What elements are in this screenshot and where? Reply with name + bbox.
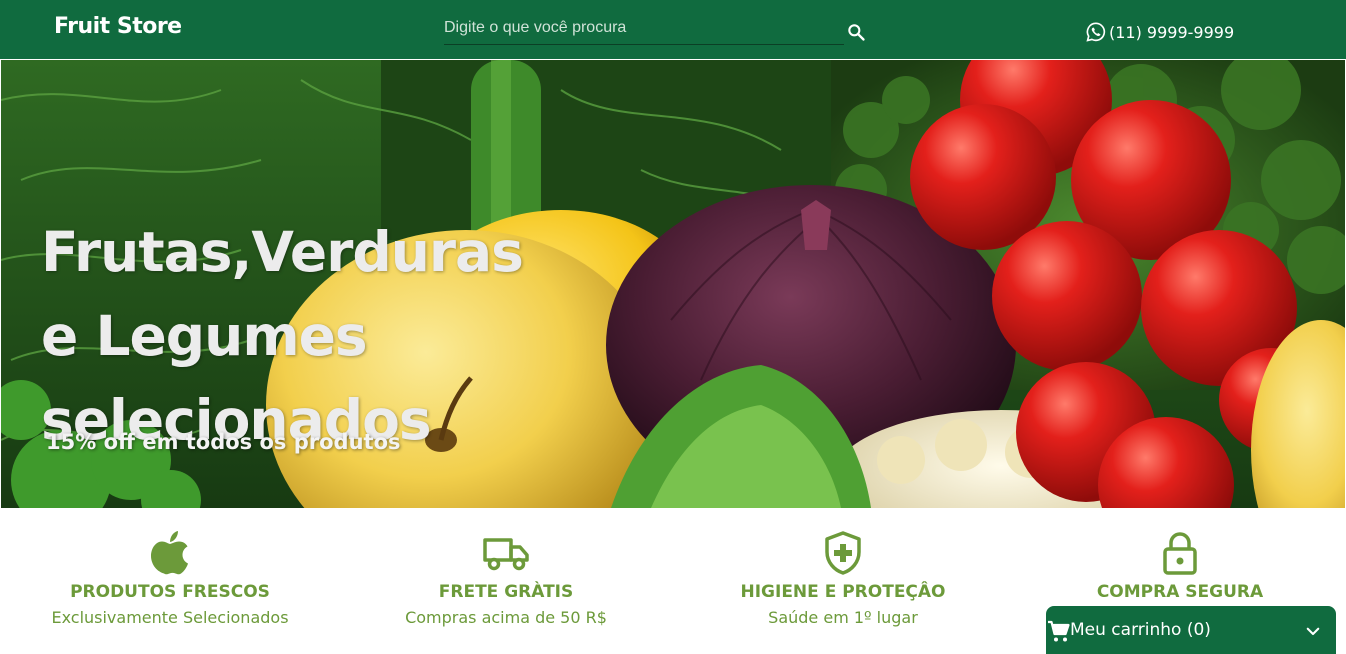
shield-plus-icon	[825, 531, 861, 575]
apple-icon	[151, 531, 188, 575]
feature-title: PRODUTOS FRESCOS	[70, 582, 270, 602]
feature-title: FRETE GRÀTIS	[438, 582, 574, 602]
cart-icon	[1048, 620, 1070, 642]
feature-title: COMPRA SEGURA	[1096, 582, 1264, 602]
phone-contact[interactable]: (11) 9999-9999	[1085, 21, 1234, 43]
hero-subtitle: 15% off em todos os produtos	[46, 430, 401, 454]
search-input[interactable]	[444, 14, 844, 42]
feature-free-shipping: FRETE GRÀTIS Compras acima de 50 R$	[336, 510, 676, 627]
whatsapp-icon	[1086, 22, 1106, 42]
phone-number: (11) 9999-9999	[1109, 22, 1235, 42]
lock-icon	[1163, 532, 1197, 575]
feature-subtitle: Compras acima de 50 R$	[405, 608, 607, 627]
hero-title-line: e Legumes	[41, 304, 368, 368]
hero-title-line: Frutas,Verduras	[41, 220, 524, 284]
feature-subtitle: Exclusivamente Selecionados	[51, 608, 289, 627]
search-bar	[444, 14, 844, 45]
feature-secure-purchase: COMPRA SEGURA	[1010, 510, 1346, 608]
feature-hygiene: HIGIENE E PROTEÇÂO Saúde em 1º lugar	[673, 510, 1013, 627]
chevron-down-icon[interactable]	[1304, 622, 1322, 640]
store-logo[interactable]: Fruit Store	[54, 14, 182, 39]
feature-subtitle: Saúde em 1º lugar	[768, 608, 918, 627]
search-icon[interactable]	[846, 22, 866, 42]
hero-title: Frutas,Verduras e Legumes selecionados	[41, 210, 601, 462]
truck-icon	[483, 538, 529, 571]
feature-fresh-products: PRODUTOS FRESCOS Exclusivamente Selecion…	[0, 510, 340, 627]
cart-label: Meu carrinho (0)	[1070, 620, 1211, 640]
cart-toggle-button[interactable]: Meu carrinho (0)	[1046, 606, 1336, 654]
feature-title: HIGIENE E PROTEÇÂO	[740, 582, 946, 602]
top-navbar: Fruit Store (11) 9999-9999	[0, 0, 1346, 59]
